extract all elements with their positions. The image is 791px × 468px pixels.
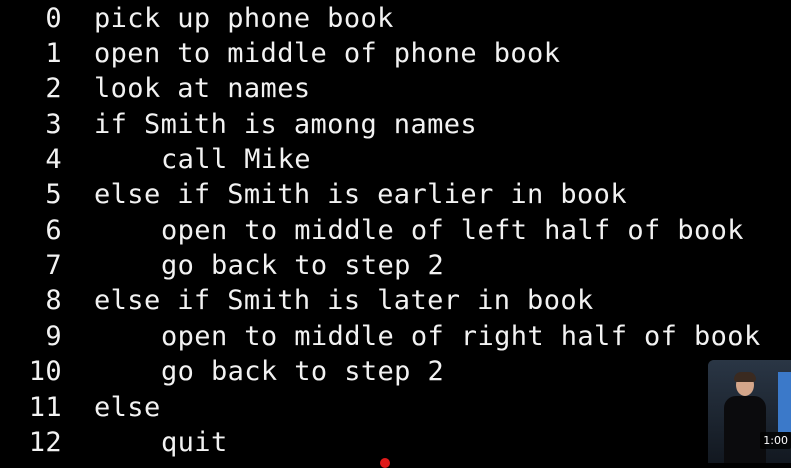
- line-number: 4: [45, 143, 62, 175]
- code-line-2: 2 look at names: [0, 70, 311, 106]
- presenter-figure: [722, 372, 768, 463]
- line-text: call Mike: [161, 143, 311, 175]
- line-number: 11: [28, 391, 62, 423]
- code-line-11: 11 else: [0, 389, 161, 425]
- line-text: quit: [161, 426, 228, 458]
- line-number: 2: [45, 72, 62, 104]
- line-number: 9: [45, 320, 62, 352]
- line-text: if Smith is among names: [94, 108, 478, 140]
- video-thumbnail[interactable]: 1:00: [708, 360, 791, 463]
- line-text: pick up phone book: [94, 2, 394, 34]
- line-number: 5: [45, 178, 62, 210]
- code-line-0: 0 pick up phone book: [0, 0, 394, 36]
- line-text: go back to step 2: [161, 355, 445, 387]
- line-number: 1: [45, 37, 62, 69]
- code-line-6: 6 open to middle of left half of book: [0, 212, 744, 248]
- line-text: else if Smith is earlier in book: [94, 178, 627, 210]
- presenter-hair: [734, 372, 756, 382]
- line-number: 8: [45, 284, 62, 316]
- line-number: 10: [28, 355, 62, 387]
- line-number: 3: [45, 108, 62, 140]
- line-number: 7: [45, 249, 62, 281]
- line-text: open to middle of left half of book: [161, 214, 744, 246]
- line-text: go back to step 2: [161, 249, 445, 281]
- video-timestamp: 1:00: [760, 432, 791, 449]
- line-text: look at names: [94, 72, 311, 104]
- code-line-5: 5 else if Smith is earlier in book: [0, 176, 627, 212]
- code-line-7: 7 go back to step 2: [0, 247, 444, 283]
- line-text: else: [94, 391, 161, 423]
- code-line-3: 3 if Smith is among names: [0, 106, 477, 142]
- presenter-torso: [724, 396, 766, 463]
- code-line-12: 12 quit: [0, 424, 228, 460]
- line-number: 0: [45, 2, 62, 34]
- line-text: open to middle of right half of book: [161, 320, 761, 352]
- code-line-9: 9 open to middle of right half of book: [0, 318, 761, 354]
- code-line-4: 4 call Mike: [0, 141, 311, 177]
- code-line-1: 1 open to middle of phone book: [0, 35, 560, 71]
- progress-scrubber-dot[interactable]: [380, 458, 390, 468]
- code-line-10: 10 go back to step 2: [0, 353, 444, 389]
- line-number: 6: [45, 214, 62, 246]
- line-text: open to middle of phone book: [94, 37, 561, 69]
- thumbnail-screen-accent: [778, 372, 791, 432]
- code-line-8: 8 else if Smith is later in book: [0, 282, 594, 318]
- line-text: else if Smith is later in book: [94, 284, 594, 316]
- line-number: 12: [28, 426, 62, 458]
